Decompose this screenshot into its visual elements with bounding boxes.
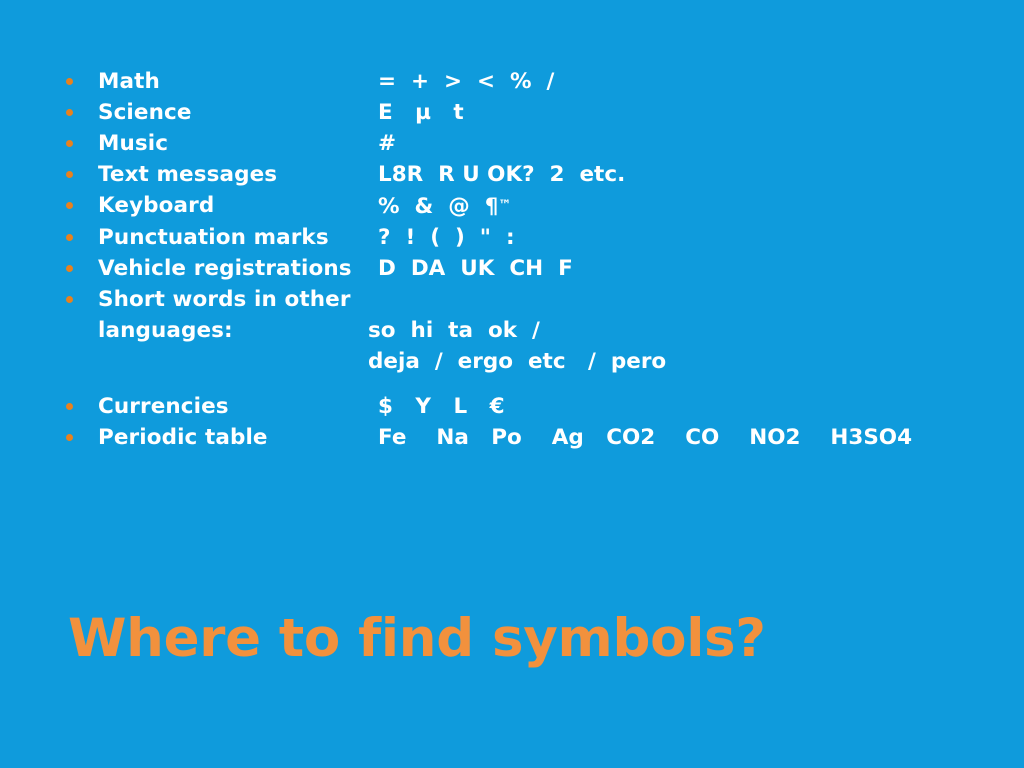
- list-item-value-line-1: so hi ta ok /: [368, 318, 540, 343]
- list-item: Keyboard % & @ ¶™: [66, 190, 986, 222]
- list-item: Science E µ t: [66, 97, 986, 128]
- bullet-dot-icon: [66, 171, 73, 178]
- list-item-value: so hi ta ok / deja / ergo etc / pero: [368, 284, 986, 377]
- bullet-dot-icon: [66, 140, 73, 147]
- bullet-dot-icon: [66, 109, 73, 116]
- bullet-cell: [66, 159, 98, 178]
- list-item: Short words in other languages: so hi ta…: [66, 284, 986, 377]
- list-item-value: D DA UK CH F: [378, 256, 573, 281]
- list-item-value: ? ! ( ) " :: [378, 225, 515, 250]
- list-item-label: Short words in other languages:: [98, 287, 351, 343]
- list-item: Math = + > < % /: [66, 66, 986, 97]
- page-title: Where to find symbols?: [68, 608, 766, 669]
- list-item-label: Periodic table: [98, 425, 268, 450]
- bullet-dot-icon: [66, 265, 73, 272]
- symbol-sources-list: Math = + > < % / Science E µ t Music # T…: [66, 66, 986, 453]
- bullet-dot-icon: [66, 234, 73, 241]
- bullet-cell: [66, 253, 98, 272]
- bullet-dot-icon: [66, 403, 73, 410]
- list-item-value-line-2: deja / ergo etc / pero: [368, 349, 667, 374]
- list-item: Currencies $ Y L €: [66, 391, 986, 422]
- bullet-dot-icon: [66, 434, 73, 441]
- list-item-value-main: % & @ ¶: [378, 194, 499, 219]
- bullet-cell: [66, 128, 98, 147]
- list-item-value: #: [378, 131, 397, 156]
- list-item: Periodic table Fe Na Po Ag CO2 CO NO2 H3…: [66, 422, 986, 453]
- bullet-cell: [66, 222, 98, 241]
- bullet-cell: [66, 97, 98, 116]
- list-item: Text messages L8R R U OK? 2 etc.: [66, 159, 986, 190]
- bullet-dot-icon: [66, 296, 73, 303]
- list-item-label: Math: [98, 69, 160, 94]
- bullet-cell: [66, 66, 98, 85]
- bullet-dot-icon: [66, 78, 73, 85]
- trademark-superscript: ™: [498, 198, 512, 213]
- bullet-cell: [66, 284, 98, 303]
- bullet-cell: [66, 391, 98, 410]
- list-item-value: = + > < % /: [378, 69, 555, 94]
- list-item-label: Currencies: [98, 394, 229, 419]
- bullet-cell: [66, 190, 98, 209]
- list-item-label: Text messages: [98, 162, 278, 187]
- bullet-dot-icon: [66, 202, 73, 209]
- list-item: Vehicle registrations D DA UK CH F: [66, 253, 986, 284]
- list-item-label: Science: [98, 100, 192, 125]
- list-item-value: E µ t: [378, 100, 464, 125]
- slide: Math = + > < % / Science E µ t Music # T…: [0, 0, 1024, 768]
- list-item-value: % & @ ¶™: [378, 190, 986, 222]
- list-item-value: $ Y L €: [378, 394, 505, 419]
- list-item-label: Vehicle registrations: [98, 256, 352, 281]
- list-item: Music #: [66, 128, 986, 159]
- list-item-label: Punctuation marks: [98, 225, 329, 250]
- list-item-value: L8R R U OK? 2 etc.: [378, 162, 626, 187]
- list-item-label: Keyboard: [98, 193, 215, 218]
- list-item-value: Fe Na Po Ag CO2 CO NO2 H3SO4: [378, 425, 913, 450]
- bullet-cell: [66, 422, 98, 441]
- list-item-label: Music: [98, 131, 169, 156]
- list-item: Punctuation marks ? ! ( ) " :: [66, 222, 986, 253]
